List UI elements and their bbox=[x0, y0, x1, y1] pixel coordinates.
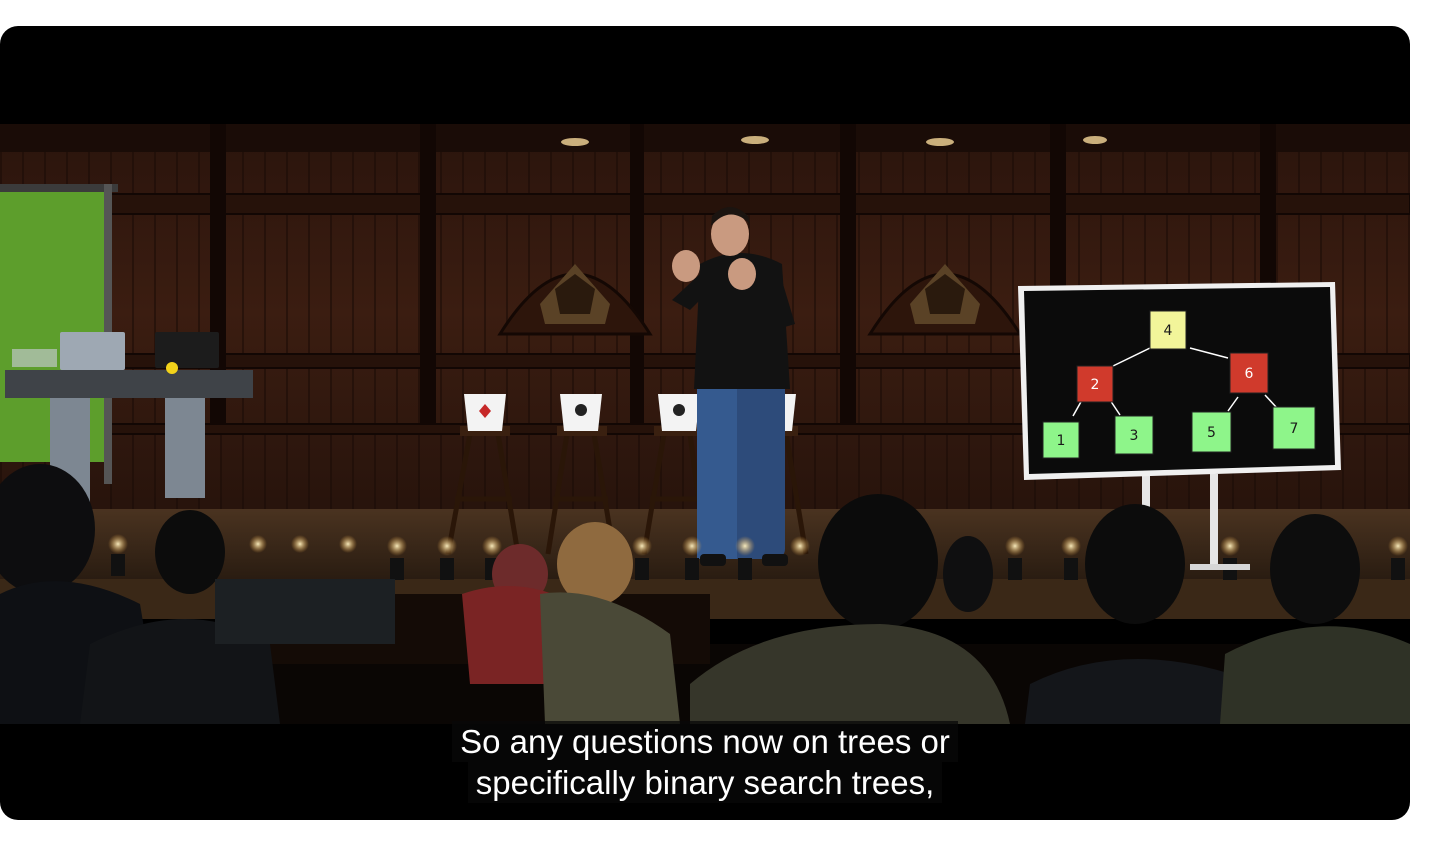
tree-display: 4 2 6 1 3 5 7 bbox=[1018, 282, 1341, 480]
tree-node-label: 5 bbox=[1207, 425, 1216, 441]
video-frame: 4 2 6 1 3 5 7 bbox=[0, 124, 1410, 724]
tree-node-label: 1 bbox=[1057, 433, 1066, 449]
tree-node-label: 4 bbox=[1164, 323, 1173, 339]
lecture-scene: 4 2 6 1 3 5 7 bbox=[0, 124, 1410, 724]
caption-line: So any questions now on trees or bbox=[452, 721, 958, 762]
tree-node-label: 6 bbox=[1245, 366, 1254, 382]
caption-line: specifically binary search trees, bbox=[467, 762, 943, 803]
tree-node-label: 2 bbox=[1091, 377, 1100, 393]
caption-area: So any questions now on trees or specifi… bbox=[0, 721, 1410, 803]
video-player[interactable]: 4 2 6 1 3 5 7 So any questions now on trees or… bbox=[0, 26, 1410, 820]
tree-node-label: 7 bbox=[1290, 421, 1299, 437]
tree-node-label: 3 bbox=[1130, 428, 1139, 444]
